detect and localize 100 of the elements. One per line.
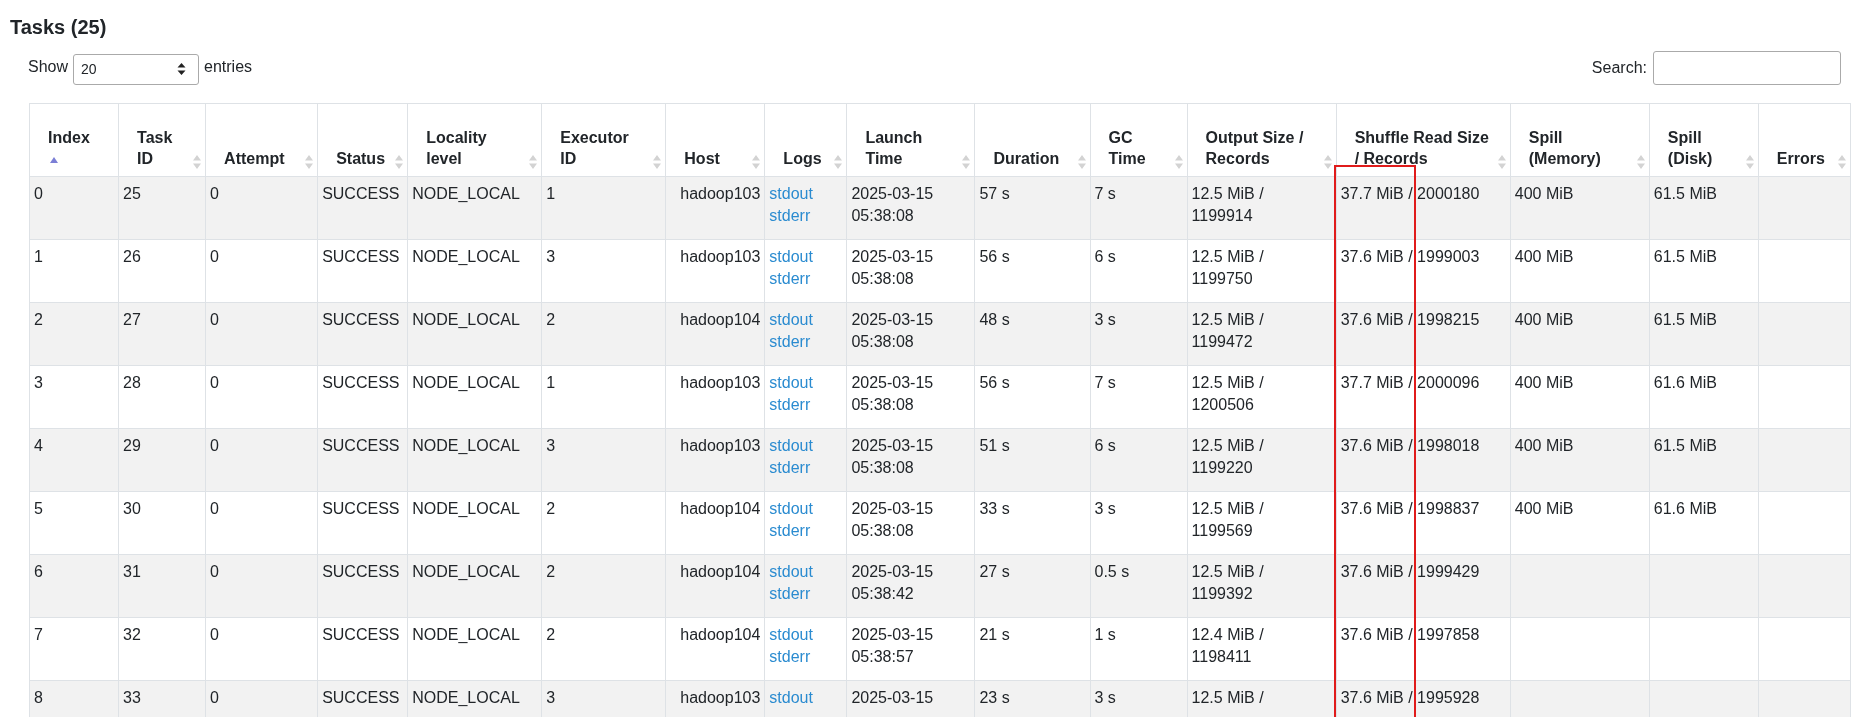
table-cell: 3 s bbox=[1094, 500, 1116, 517]
column-header[interactable]: Attempt bbox=[205, 103, 318, 177]
table-cell: 12.5 MiB / 1199392 bbox=[1191, 563, 1264, 603]
table-cell: 0 bbox=[210, 689, 219, 706]
table-cell: 3 bbox=[546, 248, 556, 265]
table-cell: 31 bbox=[123, 563, 141, 580]
table-cell: SUCCESS bbox=[322, 500, 400, 517]
log-link[interactable]: stdout bbox=[769, 624, 833, 647]
table-cell: 2025-03-15 05:38:57 bbox=[851, 626, 934, 666]
table-cell: 2 bbox=[34, 311, 43, 328]
column-header[interactable]: GC Time bbox=[1090, 103, 1188, 177]
log-link[interactable]: stderr bbox=[769, 394, 833, 417]
table-cell: 1 s bbox=[1094, 626, 1116, 643]
table-cell: 7 bbox=[34, 626, 43, 643]
table-cell: 400 MiB bbox=[1514, 311, 1574, 328]
column-header[interactable]: Output Size / Records bbox=[1187, 103, 1337, 177]
table-cell: SUCCESS bbox=[322, 626, 400, 643]
table-cell: 37.7 MiB / 2000096 bbox=[1340, 374, 1480, 391]
log-link[interactable]: stderr bbox=[769, 646, 833, 669]
column-header[interactable]: Duration bbox=[974, 103, 1090, 177]
table-cell: 37.6 MiB / 1997858 bbox=[1340, 626, 1480, 643]
table-cell: hadoop104 bbox=[680, 311, 761, 328]
table-cell: 2 bbox=[546, 563, 556, 580]
table-cell: 0 bbox=[210, 500, 219, 517]
table-cell: hadoop103 bbox=[680, 185, 761, 202]
table-cell: 33 s bbox=[979, 500, 1010, 517]
table-cell: 400 MiB bbox=[1514, 185, 1574, 202]
table-cell: SUCCESS bbox=[322, 563, 400, 580]
table-cell: 400 MiB bbox=[1514, 248, 1574, 265]
table-cell: 37.6 MiB / 1998018 bbox=[1340, 437, 1480, 454]
table-cell: 2 bbox=[546, 626, 556, 643]
column-header[interactable]: Launch Time bbox=[846, 103, 975, 177]
column-header[interactable]: Logs bbox=[764, 103, 847, 177]
sort-arrows-icon bbox=[177, 62, 187, 76]
column-header[interactable]: Index bbox=[29, 103, 119, 177]
table-cell: 5 bbox=[34, 500, 43, 517]
table-cell: NODE_LOCAL bbox=[412, 563, 520, 580]
log-link[interactable]: stderr bbox=[769, 520, 833, 543]
table-cell: 48 s bbox=[979, 311, 1010, 328]
table-cell: 6 s bbox=[1094, 437, 1116, 454]
table-cell: 2025-03-15 05:38:08 bbox=[851, 437, 934, 477]
column-header[interactable]: Errors bbox=[1758, 103, 1851, 177]
table-cell: 12.5 MiB / 1200506 bbox=[1191, 374, 1264, 414]
table-cell: 37.6 MiB / 1999429 bbox=[1340, 563, 1480, 580]
table-cell: 3 bbox=[546, 437, 556, 454]
column-header[interactable]: Shuffle Read Size / Records bbox=[1336, 103, 1511, 177]
table-cell: 1 bbox=[546, 185, 556, 202]
table-cell: 56 s bbox=[979, 374, 1010, 391]
log-link[interactable]: stdout bbox=[769, 246, 833, 269]
table-cell: 61.5 MiB bbox=[1653, 311, 1717, 328]
table-cell: 400 MiB bbox=[1514, 500, 1574, 517]
table-cell: 0.5 s bbox=[1094, 563, 1130, 580]
log-link[interactable]: stderr bbox=[769, 268, 833, 291]
section-title: Tasks (25) bbox=[10, 15, 108, 39]
table-cell: 56 s bbox=[979, 248, 1010, 265]
table-cell: 0 bbox=[210, 185, 219, 202]
table-cell: 51 s bbox=[979, 437, 1010, 454]
entries-select[interactable]: 20 bbox=[73, 53, 200, 85]
table-cell: 32 bbox=[123, 626, 141, 643]
table-cell: 37.6 MiB / 1995928 bbox=[1340, 689, 1480, 706]
log-link[interactable]: stdout bbox=[769, 498, 833, 521]
column-header[interactable]: Status bbox=[317, 103, 408, 177]
table-cell: 0 bbox=[210, 626, 219, 643]
table-cell: 3 bbox=[546, 689, 556, 706]
table-cell: 1 bbox=[34, 248, 43, 265]
table-cell: 1 bbox=[546, 374, 556, 391]
table-cell: hadoop104 bbox=[680, 500, 761, 517]
table-cell: NODE_LOCAL bbox=[412, 500, 520, 517]
table-cell: 0 bbox=[210, 374, 219, 391]
column-header[interactable]: Task ID bbox=[118, 103, 206, 177]
table-cell: 57 s bbox=[979, 185, 1010, 202]
table-cell: 6 s bbox=[1094, 248, 1116, 265]
search-field[interactable] bbox=[1653, 51, 1841, 85]
table-cell: 61.5 MiB bbox=[1653, 437, 1717, 454]
table-cell: 12.5 MiB / 1199914 bbox=[1191, 185, 1264, 225]
table-cell: 29 bbox=[123, 437, 141, 454]
table-cell: SUCCESS bbox=[322, 689, 400, 706]
column-header[interactable]: Spill (Disk) bbox=[1649, 103, 1759, 177]
table-cell: 400 MiB bbox=[1514, 374, 1574, 391]
table-cell: SUCCESS bbox=[322, 185, 400, 202]
table-cell: 61.5 MiB bbox=[1653, 185, 1717, 202]
table-cell: 2 bbox=[546, 311, 556, 328]
column-header[interactable]: Host bbox=[665, 103, 765, 177]
table-cell: 2025-03-15 05:38:08 bbox=[851, 311, 934, 351]
table-cell: 12.4 MiB / 1198411 bbox=[1191, 626, 1264, 666]
search-label: Search: bbox=[1591, 59, 1647, 77]
table-cell: SUCCESS bbox=[322, 248, 400, 265]
table-cell: 0 bbox=[210, 311, 219, 328]
table-cell: 3 s bbox=[1094, 689, 1116, 706]
column-header[interactable]: Executor ID bbox=[541, 103, 666, 177]
table-cell: NODE_LOCAL bbox=[412, 248, 520, 265]
log-link[interactable]: stdout bbox=[769, 372, 833, 395]
table-cell: NODE_LOCAL bbox=[412, 626, 520, 643]
table-cell: 25 bbox=[123, 185, 141, 202]
table-cell: 0 bbox=[34, 185, 43, 202]
table-cell: 26 bbox=[123, 248, 141, 265]
column-header[interactable]: Spill (Memory) bbox=[1510, 103, 1650, 177]
column-header[interactable]: Locality level bbox=[407, 103, 542, 177]
table-cell: 61.5 MiB bbox=[1653, 248, 1717, 265]
show-label: Show bbox=[28, 58, 69, 76]
